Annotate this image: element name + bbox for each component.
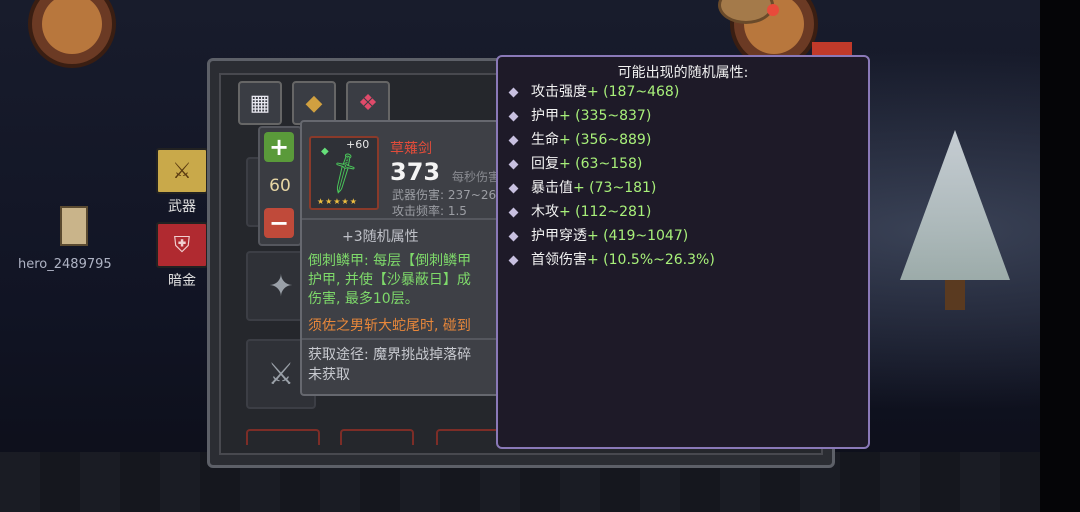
christmas-tree <box>900 120 1010 310</box>
inventory-slot[interactable] <box>340 429 414 445</box>
attribute-row: 攻击强度+ (187~468) <box>508 81 680 101</box>
quantity-stepper: + 60 − <box>258 126 302 246</box>
source-line: 获取途径: 魔界挑战掉落碎 <box>308 347 472 363</box>
tooltip-title: 可能出现的随机属性: <box>617 65 749 81</box>
bullet-icon <box>508 111 519 121</box>
attribute-range: + (63~158) <box>559 156 643 172</box>
bullet-icon <box>508 87 519 97</box>
attribute-name: 回复 <box>531 156 559 172</box>
dark-gold-icon: ⛨ <box>156 222 208 268</box>
divider <box>302 218 514 220</box>
attribute-row: 木攻+ (112~281) <box>508 201 652 221</box>
random-attributes-tooltip: 可能出现的随机属性: 攻击强度+ (187~468) 护甲+ (335~837)… <box>496 55 870 449</box>
weapon-name: 草薙剑 <box>390 141 432 157</box>
weapon-tab-label: 武器 <box>168 199 196 215</box>
bullet-icon <box>508 255 519 265</box>
attribute-range: + (356~889) <box>559 132 652 148</box>
attribute-range: + (73~181) <box>573 180 657 196</box>
gem-tab-icon[interactable]: ◆ <box>292 81 336 125</box>
weapon-flavor-text: 须佐之男斩大蛇尾时, 碰到 <box>308 318 471 334</box>
weapon-detail-card: ◆ 🗡 ★★★★★ +60 草薙剑 373 每秒伤害 武器伤害: 237~26 … <box>300 120 516 396</box>
weapon-source: 获取途径: 魔界挑战掉落碎 未获取 <box>308 345 471 385</box>
attribute-name: 护甲 <box>531 108 559 124</box>
decrement-button[interactable]: − <box>264 208 294 238</box>
weapon-tab-button[interactable]: ⚔ 武器 <box>155 148 209 216</box>
increment-button[interactable]: + <box>264 132 294 162</box>
dark-gold-tab-label: 暗金 <box>168 273 196 289</box>
bullet-icon <box>508 231 519 241</box>
notification-dot <box>767 4 779 16</box>
orbs-tab-icon[interactable]: ❖ <box>346 81 390 125</box>
attribute-range: + (419~1047) <box>587 228 689 244</box>
weapon-damage: 武器伤害: 237~26 <box>392 188 497 202</box>
bullet-icon <box>508 159 519 169</box>
attribute-name: 暴击值 <box>531 180 573 196</box>
weapon-icon: ⚔ <box>156 148 208 194</box>
attribute-name: 护甲穿透 <box>531 228 587 244</box>
attribute-name: 攻击强度 <box>531 84 587 100</box>
attribute-row: 回复+ (63~158) <box>508 153 643 173</box>
attribute-range: + (335~837) <box>559 108 652 124</box>
attribute-row: 暴击值+ (73~181) <box>508 177 657 197</box>
inventory-slot[interactable] <box>246 429 320 445</box>
divider <box>302 338 514 340</box>
attribute-row: 生命+ (356~889) <box>508 129 652 149</box>
acquired-status: 未获取 <box>308 367 350 383</box>
gem-icon: ◆ <box>321 146 329 157</box>
attribute-name: 生命 <box>531 132 559 148</box>
bullet-icon <box>508 135 519 145</box>
weapon-power: 373 <box>390 158 441 186</box>
random-attributes-link[interactable]: +3随机属性 <box>342 226 419 246</box>
bullet-icon <box>508 207 519 217</box>
skill-line: 伤害, 最多10层。 <box>308 291 419 307</box>
attribute-range: + (187~468) <box>587 84 680 100</box>
skill-line: 护甲, 并使【沙暴蔽日】成 <box>308 272 471 288</box>
per-second-label: 每秒伤害 <box>452 170 501 184</box>
attribute-row: 护甲穿透+ (419~1047) <box>508 225 689 245</box>
attribute-name: 木攻 <box>531 204 559 220</box>
star-rating: ★★★★★ <box>317 197 358 206</box>
weapon-skill-description: 倒刺鳞甲: 每层【倒刺鳞甲 护甲, 并使【沙暴蔽日】成 伤害, 最多10层。 <box>308 252 514 309</box>
stepper-value: 60 <box>269 176 291 196</box>
grid-tab-icon[interactable]: ▦ <box>238 81 282 125</box>
drum-decoration <box>28 0 116 68</box>
attack-frequency: 攻击频率: 1.5 <box>392 204 467 218</box>
bullet-icon <box>508 183 519 193</box>
attribute-row: 护甲+ (335~837) <box>508 105 652 125</box>
attribute-row: 首领伤害+ (10.5%~26.3%) <box>508 249 715 269</box>
attribute-range: + (10.5%~26.3%) <box>587 252 715 268</box>
weapon-enhance-level: +60 <box>346 138 370 151</box>
player-character[interactable] <box>52 200 92 248</box>
attribute-name: 首领伤害 <box>531 252 587 268</box>
player-name: hero_2489795 <box>18 257 112 272</box>
skill-line: 倒刺鳞甲: 每层【倒刺鳞甲 <box>308 253 472 269</box>
dark-gold-tab-button[interactable]: ⛨ 暗金 <box>155 222 209 290</box>
screen-edge <box>1040 0 1080 512</box>
attribute-range: + (112~281) <box>559 204 652 220</box>
